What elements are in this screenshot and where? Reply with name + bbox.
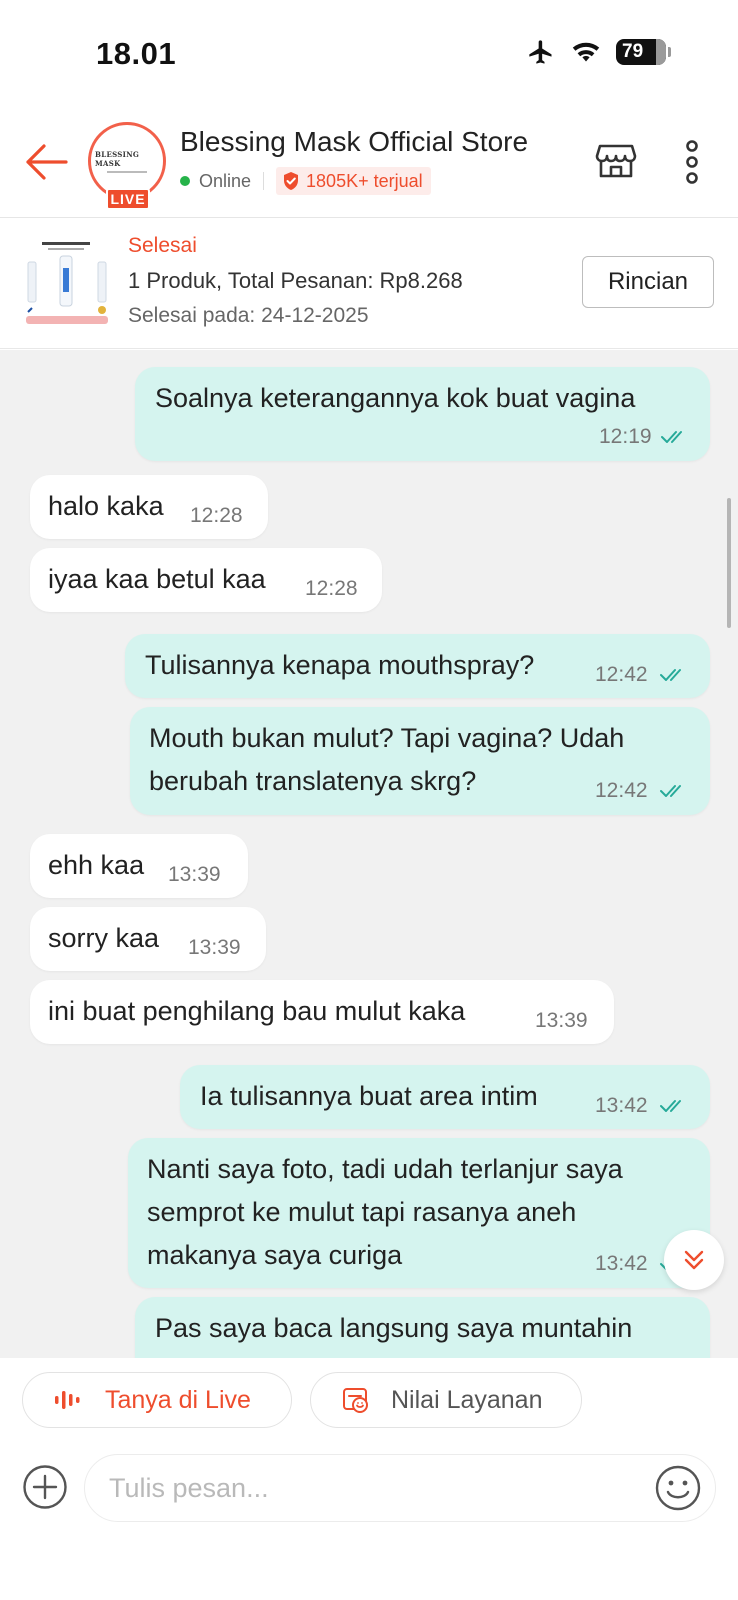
shop-icon — [595, 144, 637, 178]
store-meta: Online 1805K+ terjual — [180, 166, 431, 196]
message-bubble-outgoing[interactable]: Nanti saya foto, tadi udah terlanjur say… — [128, 1138, 710, 1288]
message-text: Pas saya baca langsung saya muntahin — [155, 1313, 633, 1343]
live-badge: LIVE — [106, 188, 150, 210]
read-receipt-icon — [660, 669, 681, 681]
message-text-line: makanya saya curiga — [147, 1240, 403, 1270]
back-button[interactable] — [20, 140, 70, 184]
store-name[interactable]: Blessing Mask Official Store — [180, 126, 528, 158]
back-arrow-icon — [26, 144, 68, 180]
message-time: 12:28 — [190, 504, 243, 527]
read-receipt-icon — [660, 785, 681, 797]
message-time: 12:19 — [599, 425, 652, 448]
double-chevron-down-icon — [684, 1250, 704, 1270]
chat-message-list[interactable]: Soalnya keterangannya kok buat vagina 12… — [0, 350, 738, 1358]
message-text: Soalnya keterangannya kok buat vagina — [155, 383, 636, 413]
message-text-line: Nanti saya foto, tadi udah terlanjur say… — [147, 1154, 623, 1184]
chat-scrollbar[interactable] — [727, 498, 731, 628]
message-bubble-outgoing[interactable]: Mouth bukan mulut? Tapi vagina? Udah ber… — [130, 707, 710, 815]
airplane-icon — [529, 40, 552, 64]
read-receipt-icon — [661, 431, 682, 443]
chat-header: BLESSING MASK LIVE Blessing Mask Officia… — [0, 110, 738, 218]
plus-circle-icon — [23, 1465, 67, 1509]
message-time: 13:39 — [168, 863, 221, 886]
message-text: ehh kaa — [48, 850, 145, 880]
message-bubble-incoming[interactable]: iyaa kaa betul kaa 12:28 — [30, 548, 382, 612]
add-attachment-button[interactable] — [22, 1464, 68, 1510]
store-logo-text: BLESSING MASK — [95, 149, 140, 168]
message-text: iyaa kaa betul kaa — [48, 564, 266, 594]
emoji-button[interactable] — [654, 1464, 702, 1512]
message-time: 13:39 — [188, 936, 241, 959]
rate-service-button[interactable]: Nilai Layanan — [310, 1372, 582, 1428]
order-card[interactable]: Selesai 1 Produk, Total Pesanan: Rp8.268… — [0, 218, 738, 349]
message-text-line: berubah translatenya skrg? — [149, 766, 477, 796]
emoji-icon — [655, 1465, 701, 1511]
message-bubble-outgoing[interactable]: Ia tulisannya buat area intim 13:42 — [180, 1065, 710, 1129]
message-text: sorry kaa — [48, 923, 160, 953]
status-time: 18.01 — [96, 36, 177, 71]
order-completed-date: Selesai pada: 24-12-2025 — [128, 304, 369, 327]
message-text: ini buat penghilang bau mulut kaka — [48, 996, 466, 1026]
message-time: 12:42 — [595, 779, 648, 802]
scroll-to-bottom-button[interactable] — [664, 1230, 724, 1290]
message-bubble-outgoing[interactable]: Soalnya keterangannya kok buat vagina 12… — [135, 367, 710, 461]
online-status-label: Online — [199, 170, 252, 191]
message-bubble-incoming[interactable]: ehh kaa 13:39 — [30, 834, 248, 898]
quick-actions-bar: Tanya di Live Nilai Layanan — [0, 1358, 738, 1446]
message-time: 13:39 — [535, 1009, 588, 1032]
message-bubble-outgoing[interactable]: Pas saya baca langsung saya muntahin — [135, 1297, 710, 1358]
status-bar: 18.01 79 — [0, 0, 738, 110]
more-options-button[interactable] — [676, 138, 708, 186]
message-time: 13:42 — [595, 1094, 648, 1117]
message-text: Ia tulisannya buat area intim — [200, 1081, 538, 1111]
rate-service-label: Nilai Layanan — [391, 1385, 543, 1414]
message-composer — [0, 1446, 738, 1600]
message-bubble-incoming[interactable]: halo kaka 12:28 — [30, 475, 268, 539]
message-bubble-outgoing[interactable]: Tulisannya kenapa mouthspray? 12:42 — [125, 634, 710, 698]
ask-live-button[interactable]: Tanya di Live — [22, 1372, 292, 1428]
order-summary: 1 Produk, Total Pesanan: Rp8.268 — [128, 268, 463, 293]
battery-level: 79 — [622, 41, 644, 62]
status-icons: 79 — [526, 38, 671, 66]
store-avatar[interactable]: BLESSING MASK LIVE — [88, 122, 166, 210]
live-audio-icon — [55, 1391, 80, 1409]
message-time: 12:28 — [305, 577, 358, 600]
read-receipt-icon — [660, 1100, 681, 1112]
meta-divider — [263, 172, 265, 190]
rating-face-icon — [343, 1388, 368, 1413]
battery-icon: 79 — [616, 39, 671, 65]
ask-live-label: Tanya di Live — [105, 1385, 251, 1414]
store-logo-underline — [107, 170, 147, 173]
order-details-button[interactable]: Rincian — [582, 256, 714, 308]
message-input[interactable] — [84, 1454, 716, 1522]
online-status-dot — [180, 176, 190, 186]
message-time: 12:42 — [595, 663, 648, 686]
message-bubble-incoming[interactable]: sorry kaa 13:39 — [30, 907, 266, 971]
sold-count-badge: 1805K+ terjual — [276, 167, 431, 195]
product-thumbnail — [22, 238, 112, 328]
message-text: halo kaka — [48, 491, 164, 521]
message-bubble-incoming[interactable]: ini buat penghilang bau mulut kaka 13:39 — [30, 980, 614, 1044]
message-time: 13:42 — [595, 1252, 648, 1275]
message-text-line: Mouth bukan mulut? Tapi vagina? Udah — [149, 723, 625, 753]
shop-button[interactable] — [594, 138, 638, 182]
more-vertical-icon — [686, 140, 698, 184]
store-logo: BLESSING MASK — [95, 129, 159, 193]
message-text: Tulisannya kenapa mouthspray? — [145, 650, 535, 680]
order-status: Selesai — [128, 234, 197, 257]
message-text-line: semprot ke mulut tapi rasanya aneh — [147, 1197, 577, 1227]
sold-count-label: 1805K+ terjual — [306, 170, 423, 191]
wifi-icon — [572, 42, 600, 62]
shield-check-icon — [284, 172, 299, 190]
